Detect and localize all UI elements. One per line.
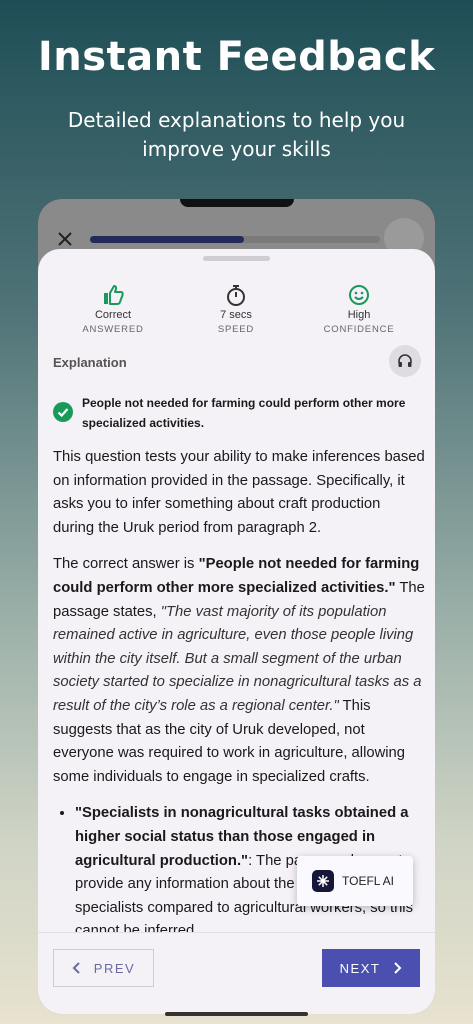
stat-confidence: High CONFIDENCE xyxy=(304,283,414,335)
stat-speed-label: SPEED xyxy=(217,324,255,335)
chevron-left-icon xyxy=(72,962,80,974)
toefl-ai-button[interactable]: TOEFL AI xyxy=(297,856,413,906)
sparkle-icon xyxy=(312,870,334,892)
prev-label: PREV xyxy=(93,960,136,976)
phone-notch xyxy=(180,199,294,207)
close-icon[interactable] xyxy=(56,230,74,248)
stopwatch-icon xyxy=(227,285,245,306)
prev-button[interactable]: PREV xyxy=(53,949,154,987)
explanation-heading: Explanation xyxy=(53,355,127,370)
next-label: NEXT xyxy=(339,960,381,976)
quiz-progress-bar xyxy=(90,236,380,243)
stat-speed: 7 secs SPEED xyxy=(181,283,291,335)
next-button[interactable]: NEXT xyxy=(322,949,420,987)
stat-answered-value: Correct xyxy=(94,309,132,321)
quiz-progress-fill xyxy=(90,236,244,243)
stat-confidence-label: CONFIDENCE xyxy=(323,324,395,335)
explanation-paragraph-1: This question tests your ability to make… xyxy=(53,449,425,536)
navigation-footer: PREV NEXT xyxy=(38,932,435,1014)
stat-answered-label: ANSWERED xyxy=(82,324,144,335)
thumbs-up-icon xyxy=(104,285,124,305)
hero-subtitle: Detailed explanations to help you improv… xyxy=(67,108,406,161)
stat-answered: Correct ANSWERED xyxy=(58,283,168,335)
explanation-paragraph-2: The correct answer is "People not needed… xyxy=(53,556,425,785)
check-circle-icon xyxy=(53,402,73,422)
stat-speed-value: 7 secs xyxy=(220,309,252,321)
chevron-right-icon xyxy=(394,962,402,974)
home-indicator xyxy=(165,1012,308,1016)
audio-button[interactable] xyxy=(389,345,421,377)
stat-confidence-value: High xyxy=(347,309,371,321)
correct-answer-text: People not needed for farming could perf… xyxy=(82,396,406,430)
hero-title: Instant Feedback xyxy=(37,34,436,80)
headphones-icon xyxy=(398,354,412,367)
toefl-ai-label: TOEFL AI xyxy=(342,874,395,888)
smiley-icon xyxy=(349,285,369,305)
sheet-drag-handle[interactable] xyxy=(203,256,270,261)
